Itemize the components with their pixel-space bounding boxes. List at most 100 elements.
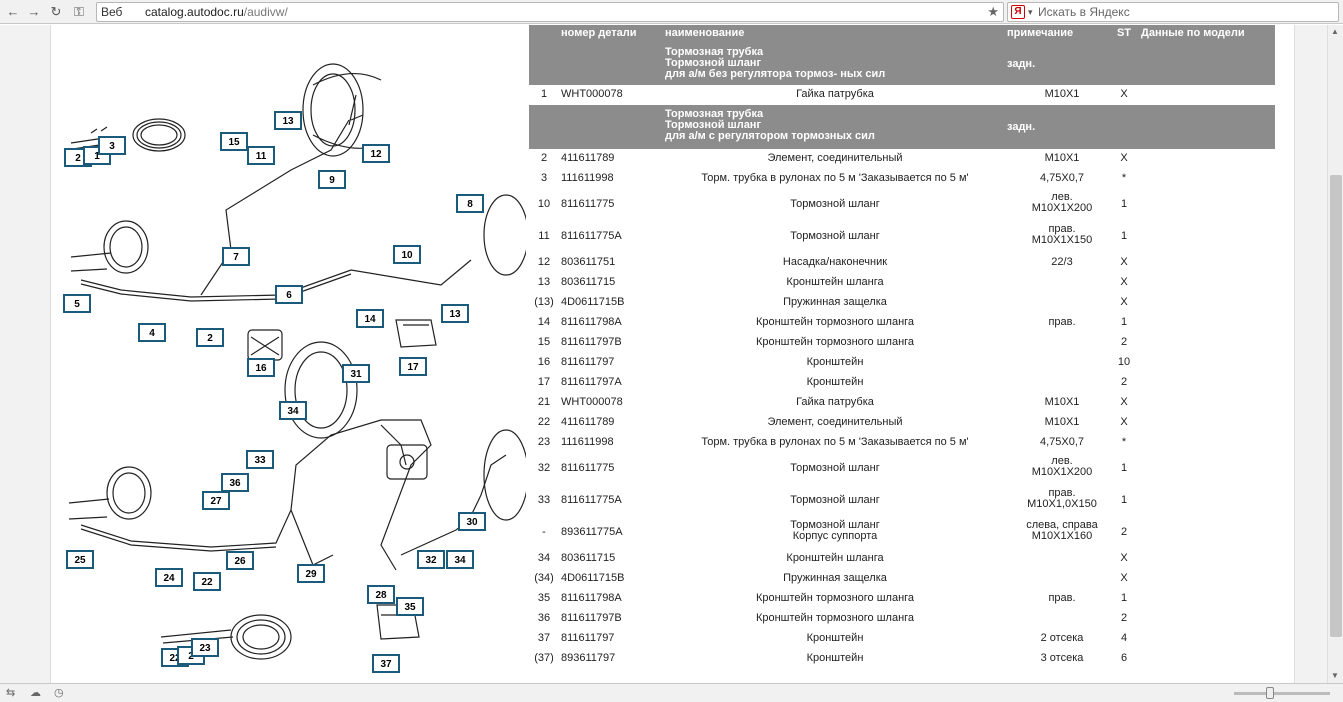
scroll-up-icon[interactable]: ▲	[1331, 27, 1339, 36]
row-note: M10X1	[1044, 88, 1080, 100]
callout-box: 17	[399, 357, 427, 376]
callout-box: 2	[196, 328, 224, 347]
chevron-down-icon[interactable]: ▾	[1028, 3, 1033, 21]
row-part[interactable]: WHT000078	[561, 397, 661, 408]
callout-box: 23	[191, 638, 219, 657]
row-part[interactable]: 811611797B	[561, 613, 661, 624]
table-row[interactable]: 16 811611797 Кронштейн 10	[529, 353, 1275, 373]
search-box[interactable]: Я ▾ Искать в Яндекс	[1007, 2, 1339, 22]
row-part[interactable]: 811611798A	[561, 593, 661, 604]
table-row[interactable]: (37) 893611797 Кронштейн 3 отсека 6	[529, 649, 1275, 669]
row-part[interactable]: 811611775A	[561, 231, 661, 242]
row-st: *	[1121, 436, 1127, 448]
row-part[interactable]: 811611775	[561, 199, 661, 210]
row-part[interactable]: 811611775	[561, 463, 661, 474]
table-row[interactable]: 12 803611751 Насадка/наконечник 22/3 X	[529, 253, 1275, 273]
row-name: Кронштейн шланга	[786, 552, 884, 564]
row-part[interactable]: 893611797	[561, 653, 661, 664]
table-row[interactable]: 3 111611998 Торм. трубка в рулонах по 5 м …	[529, 169, 1275, 189]
row-part[interactable]: 893611775A	[561, 527, 661, 538]
row-note: 22/3	[1051, 256, 1073, 268]
table-row[interactable]: - 893611775A Тормозной шланг Корпус суппорт…	[529, 517, 1275, 549]
row-name: Насадка/наконечник	[782, 256, 888, 268]
row-note: прав. M10X1,0X150	[1027, 487, 1097, 510]
row-part[interactable]: 811611797	[561, 633, 661, 644]
callout-box: 31	[342, 364, 370, 383]
row-num: 35	[537, 592, 551, 604]
row-part[interactable]: WHT000078	[561, 89, 661, 100]
table-row[interactable]: 22 411611789 Элемент, соединительный M10X1 X	[529, 413, 1275, 433]
row-st: X	[1120, 152, 1128, 164]
forward-arrow-icon[interactable]: →	[25, 3, 43, 21]
scroll-down-icon[interactable]: ▼	[1331, 671, 1339, 680]
row-note: 4,75X0,7	[1039, 172, 1085, 184]
callout-box: 36	[221, 473, 249, 492]
row-name: Гайка патрубка	[796, 88, 874, 100]
table-row[interactable]: 17 811611797A Кронштейн 2	[529, 373, 1275, 393]
callout-box: 34	[279, 401, 307, 420]
group1-title: Тормозная трубка Тормозной шланг для а/м…	[665, 46, 886, 80]
callout-box: 4	[138, 323, 166, 342]
row-st: *	[1121, 172, 1127, 184]
address-bar[interactable]: Веб catalog.autodoc.ru/audivw/ ★	[96, 2, 1004, 22]
speed-icon[interactable]: ◷	[54, 686, 64, 699]
row-st: 6	[1120, 652, 1128, 664]
table-row[interactable]: 23 111611998 Торм. трубка в рулонах по 5 м…	[529, 433, 1275, 453]
row-note: 2 отсека	[1040, 632, 1084, 644]
url-text[interactable]: catalog.autodoc.ru/audivw/	[145, 3, 288, 21]
table-row[interactable]: 37 811611797 Кронштейн 2 отсека 4	[529, 629, 1275, 649]
row-name: Торм. трубка в рулонах по 5 м 'Заказывае…	[701, 172, 969, 184]
row-part[interactable]: 811611797	[561, 357, 661, 368]
table-row[interactable]: 2 411611789 Элемент, соединительный M10X1 X	[529, 149, 1275, 169]
back-arrow-icon[interactable]: ←	[4, 3, 22, 21]
row-part[interactable]: 811611797A	[561, 377, 661, 388]
table-row[interactable]: 32 811611775 Тормозной шланг лев. M10X1X200 1	[529, 453, 1275, 485]
row-part[interactable]: 411611789	[561, 417, 661, 428]
row-part[interactable]: 4D0611715B	[561, 297, 661, 308]
row-name: Элемент, соединительный	[767, 152, 903, 164]
row-part[interactable]: 803611715	[561, 277, 661, 288]
row-part[interactable]: 811611798A	[561, 317, 661, 328]
zoom-slider[interactable]	[1234, 687, 1330, 699]
callout-number: 22	[201, 577, 213, 588]
cloud-icon[interactable]: ☁	[30, 686, 41, 699]
reload-icon[interactable]: ↻	[47, 3, 65, 21]
table-row[interactable]: 15 811611797B Кронштейн тормозного шланга 2	[529, 333, 1275, 353]
row-part[interactable]: 111611998	[561, 173, 661, 184]
table-row[interactable]: 10 811611775 Тормозной шланг лев. M10X1X200 1	[529, 189, 1275, 221]
table-row[interactable]: 34 803611715 Кронштейн шланга X	[529, 549, 1275, 569]
key-icon[interactable]: ⚿	[70, 3, 88, 21]
callout-box: 27	[202, 491, 230, 510]
row-st: X	[1120, 256, 1128, 268]
zoom-slider-knob[interactable]	[1266, 687, 1274, 699]
table-row[interactable]: 35 811611798A Кронштейн тормозного шланга п…	[529, 589, 1275, 609]
table-row[interactable]: 14 811611798A Кронштейн тормозного шланга п…	[529, 313, 1275, 333]
callout-number: 14	[364, 314, 376, 325]
row-name: Пружинная защелка	[783, 296, 887, 308]
table-row[interactable]: 33 811611775A Тормозной шланг прав. M10X1,0X…	[529, 485, 1275, 517]
row-part[interactable]: 803611715	[561, 553, 661, 564]
bookmark-star-icon[interactable]: ★	[987, 3, 999, 21]
row-num: 13	[537, 276, 551, 288]
callout-number: 32	[425, 555, 437, 566]
table-row[interactable]: 13 803611715 Кронштейн шланга X	[529, 273, 1275, 293]
row-part[interactable]: 811611797B	[561, 337, 661, 348]
table-row[interactable]: (13) 4D0611715B Пружинная защелка X	[529, 293, 1275, 313]
table-row[interactable]: 1 WHT000078 Гайка патрубка M10X1 X	[529, 85, 1275, 105]
row-name: Кронштейн тормозного шланга	[755, 316, 915, 328]
table-row[interactable]: (34) 4D0611715B Пружинная защелка X	[529, 569, 1275, 589]
row-part[interactable]: 803611751	[561, 257, 661, 268]
row-num: 23	[537, 436, 551, 448]
row-part[interactable]: 411611789	[561, 153, 661, 164]
callout-number: 30	[466, 517, 478, 528]
arrows-icon[interactable]: ⇆	[6, 686, 15, 699]
row-st: 2	[1120, 376, 1128, 388]
scrollbar-thumb[interactable]	[1330, 175, 1342, 637]
row-part[interactable]: 111611998	[561, 437, 661, 448]
row-part[interactable]: 811611775A	[561, 495, 661, 506]
vertical-scrollbar[interactable]: ▲ ▼	[1327, 25, 1343, 683]
table-row[interactable]: 11 811611775A Тормозной шланг прав. M10X1X15…	[529, 221, 1275, 253]
table-row[interactable]: 36 811611797B Кронштейн тормозного шланга 2	[529, 609, 1275, 629]
row-part[interactable]: 4D0611715B	[561, 573, 661, 584]
table-row[interactable]: 21 WHT000078 Гайка патрубка M10X1 X	[529, 393, 1275, 413]
